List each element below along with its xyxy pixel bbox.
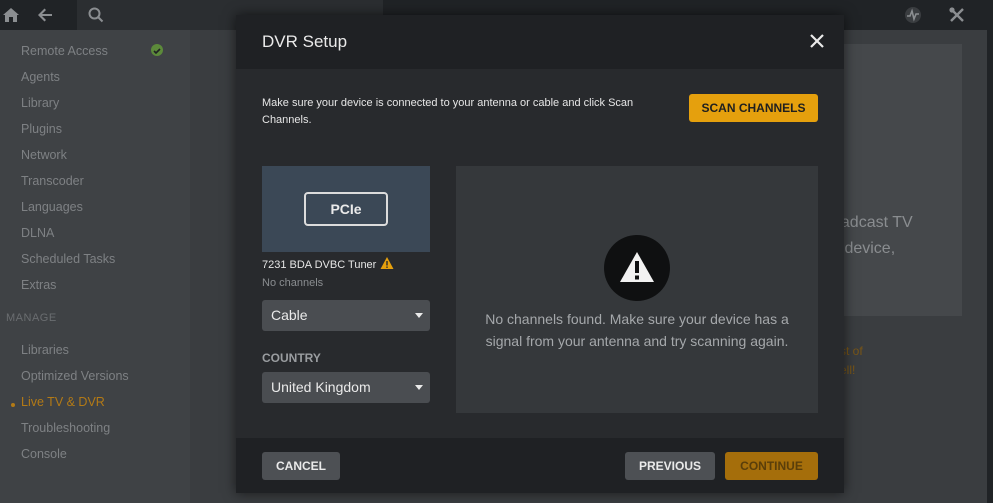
activity-icon[interactable] xyxy=(904,6,922,24)
sidebar-item-scheduled-tasks[interactable]: Scheduled Tasks xyxy=(21,252,115,266)
scrollbar-strip[interactable] xyxy=(987,0,993,503)
dvr-setup-dialog: DVR Setup Make sure your device is conne… xyxy=(236,15,844,493)
warning-icon xyxy=(380,256,394,270)
back-arrow-icon[interactable] xyxy=(36,6,54,24)
continue-button[interactable]: CONTINUE xyxy=(725,452,818,480)
close-icon[interactable] xyxy=(808,32,826,50)
sidebar-item-libraries[interactable]: Libraries xyxy=(21,343,69,357)
country-value: United Kingdom xyxy=(271,379,371,395)
sidebar-item-library[interactable]: Library xyxy=(21,96,59,110)
signal-source-select[interactable]: Cable xyxy=(262,300,430,331)
signal-source-value: Cable xyxy=(271,307,308,323)
no-channels-message: No channels found. Make sure your device… xyxy=(485,311,789,349)
device-channel-status: No channels xyxy=(262,277,324,289)
sidebar-item-optimized-versions[interactable]: Optimized Versions xyxy=(21,369,129,383)
sidebar-item-languages[interactable]: Languages xyxy=(21,200,83,214)
sidebar-item-transcoder[interactable]: Transcoder xyxy=(21,174,84,188)
alert-icon xyxy=(604,235,670,301)
sidebar-item-live-tv-dvr[interactable]: Live TV & DVR xyxy=(21,395,105,409)
sidebar-item-console[interactable]: Console xyxy=(21,447,67,461)
sidebar-item-network[interactable]: Network xyxy=(21,148,67,162)
sidebar-item-extras[interactable]: Extras xyxy=(21,278,56,292)
check-icon xyxy=(151,44,163,56)
sidebar-item-agents[interactable]: Agents xyxy=(21,70,60,84)
sidebar-item-remote-access[interactable]: Remote Access xyxy=(21,44,108,58)
active-indicator-dot xyxy=(11,403,15,407)
dialog-footer: CANCEL PREVIOUS CONTINUE xyxy=(236,438,844,493)
dialog-header: DVR Setup xyxy=(236,15,844,69)
dialog-title: DVR Setup xyxy=(262,32,348,51)
device-type-badge: PCIe xyxy=(304,192,388,226)
sidebar-heading-manage: MANAGE xyxy=(6,312,57,324)
sidebar-item-dlna[interactable]: DLNA xyxy=(21,226,54,240)
sidebar-item-troubleshooting[interactable]: Troubleshooting xyxy=(21,421,110,435)
device-name: 7231 BDA DVBC Tuner xyxy=(262,259,377,271)
cancel-button[interactable]: CANCEL xyxy=(262,452,340,480)
country-select[interactable]: United Kingdom xyxy=(262,372,430,403)
channels-panel: No channels found. Make sure your device… xyxy=(456,166,818,413)
sidebar-item-plugins[interactable]: Plugins xyxy=(21,122,62,136)
scan-channels-button[interactable]: SCAN CHANNELS xyxy=(689,94,818,122)
settings-tools-icon[interactable] xyxy=(948,6,966,24)
previous-button[interactable]: PREVIOUS xyxy=(625,452,715,480)
background-text-line-1: oadcast TV xyxy=(832,214,913,231)
device-card[interactable]: PCIe xyxy=(262,166,430,252)
chevron-down-icon xyxy=(415,313,423,318)
background-card xyxy=(828,44,962,316)
search-icon xyxy=(87,6,105,24)
country-label: COUNTRY xyxy=(262,351,321,365)
chevron-down-icon xyxy=(415,385,423,390)
home-icon[interactable] xyxy=(2,6,20,24)
scan-instructions: Make sure your device is connected to yo… xyxy=(262,97,634,126)
